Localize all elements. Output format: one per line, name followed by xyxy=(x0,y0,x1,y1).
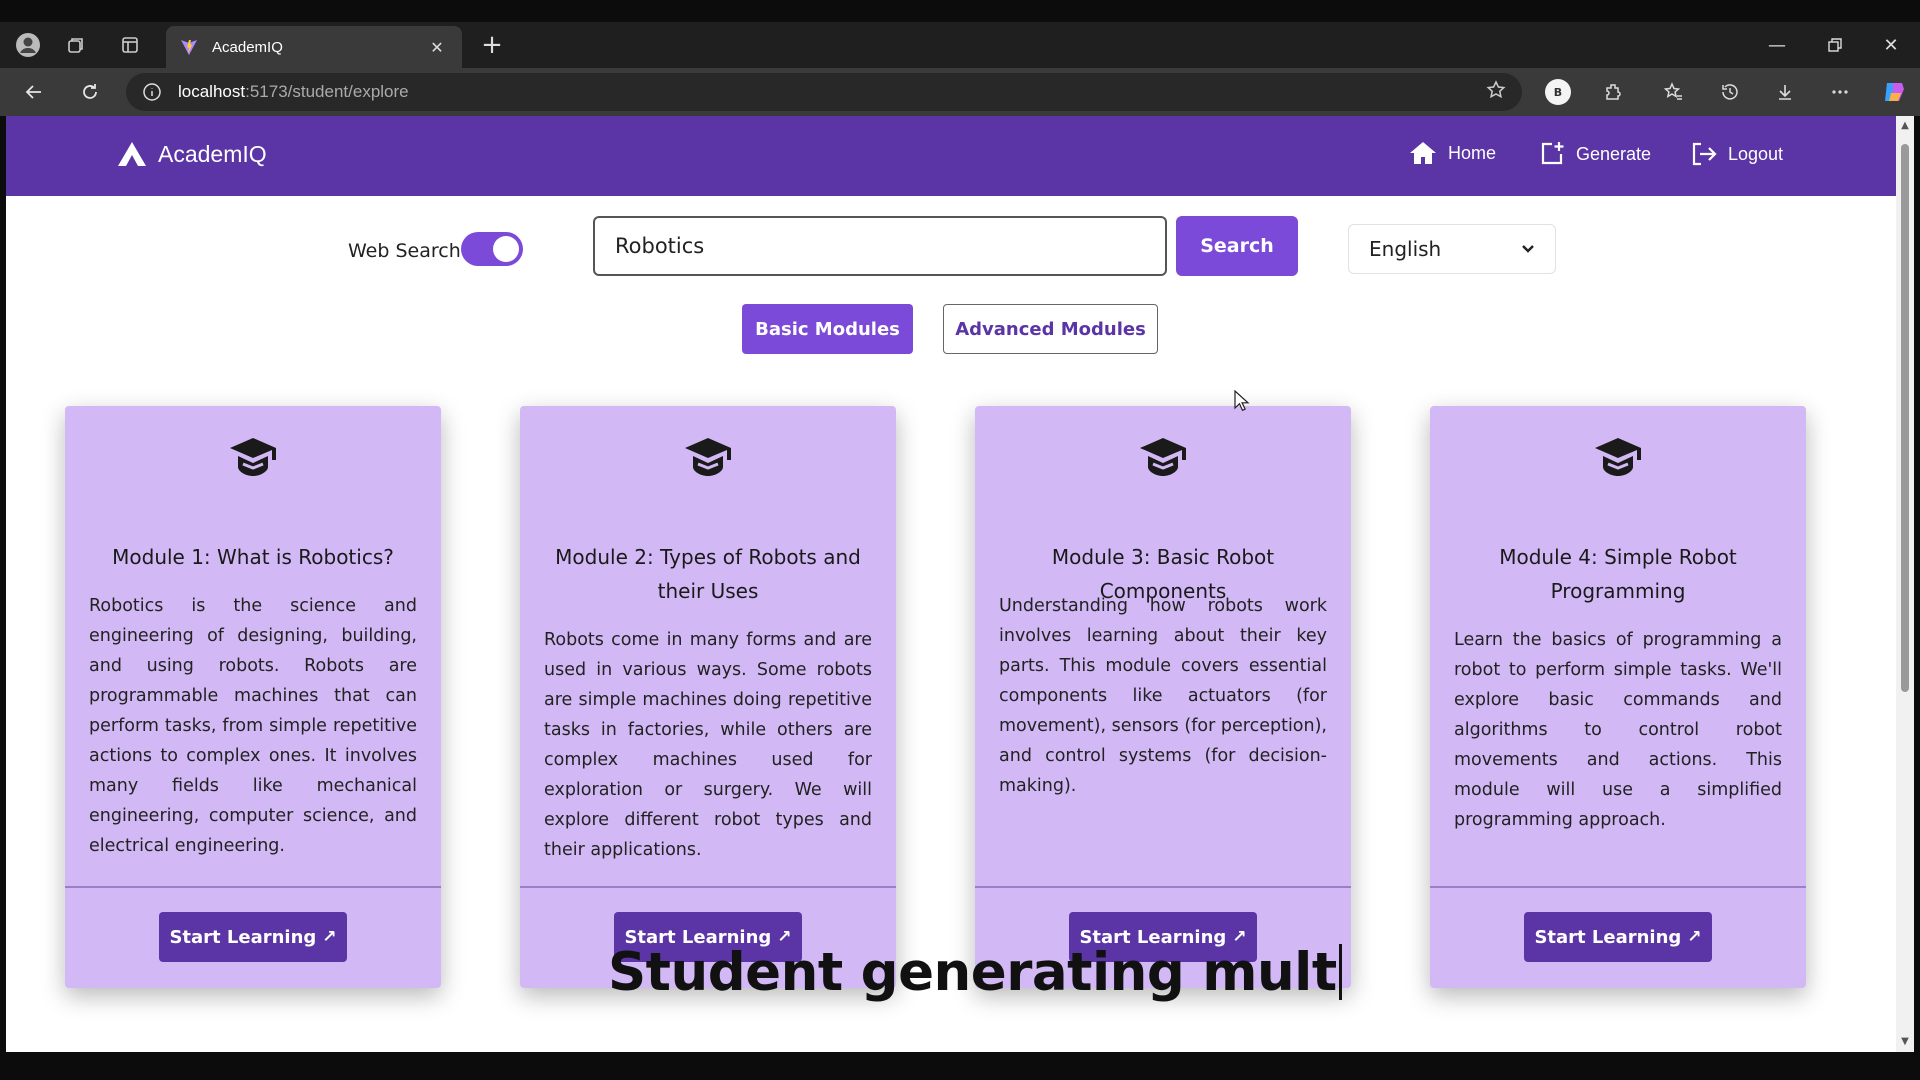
scroll-thumb[interactable] xyxy=(1901,144,1909,692)
language-selected: English xyxy=(1369,237,1442,261)
scroll-up-icon[interactable]: ▲ xyxy=(1899,120,1911,132)
academiq-logo-icon xyxy=(118,142,146,166)
address-bar[interactable]: localhost:5173/student/explore xyxy=(126,73,1522,111)
vite-favicon-icon xyxy=(181,40,197,55)
scroll-down-icon[interactable]: ▼ xyxy=(1899,1036,1911,1048)
browser-tab-bar: AcademIQ ✕ + — ✕ xyxy=(0,22,1920,68)
module-description: Understanding how robots work involves l… xyxy=(999,596,1327,796)
tab-academiq[interactable]: AcademIQ ✕ xyxy=(166,26,462,68)
restore-icon[interactable] xyxy=(1812,22,1858,68)
page-viewport: AcademIQ Home Generate Logout Web Search… xyxy=(6,116,1896,1052)
add-document-icon xyxy=(1541,142,1564,165)
more-menu-icon[interactable] xyxy=(1820,72,1860,112)
logout-icon xyxy=(1692,142,1717,166)
url-text: localhost:5173/student/explore xyxy=(178,82,409,101)
mouse-cursor-icon xyxy=(1234,390,1250,412)
workspaces-icon[interactable] xyxy=(56,22,96,68)
module-title: Module 4: Simple Robot Programming xyxy=(1499,545,1737,603)
profile-avatar[interactable]: B xyxy=(1538,72,1578,112)
nav-generate[interactable]: Generate xyxy=(1538,140,1651,168)
nav-home[interactable]: Home xyxy=(1408,140,1496,166)
module-card: Module 1: What is Robotics? Robotics is … xyxy=(65,406,441,988)
module-description: Robots come in many forms and are used i… xyxy=(544,630,872,860)
module-card: Module 2: Types of Robots and their Uses… xyxy=(520,406,896,988)
favorites-icon[interactable] xyxy=(1654,72,1694,112)
search-button[interactable]: Search xyxy=(1176,216,1298,276)
module-card: Module 4: Simple Robot Programming Learn… xyxy=(1430,406,1806,988)
extensions-icon[interactable] xyxy=(1594,72,1634,112)
home-icon xyxy=(1410,142,1436,164)
tab-close-icon[interactable]: ✕ xyxy=(426,38,448,57)
history-icon[interactable] xyxy=(1710,72,1750,112)
graduation-cap-icon xyxy=(230,438,276,476)
video-caption: Student generating mult xyxy=(608,942,1342,1003)
start-learning-button[interactable]: Start Learning ↗ xyxy=(159,912,347,962)
tab-advanced-modules[interactable]: Advanced Modules xyxy=(943,304,1158,354)
profile-icon[interactable] xyxy=(8,22,48,68)
downloads-icon[interactable] xyxy=(1765,72,1805,112)
graduation-cap-icon xyxy=(1595,438,1641,476)
page-scrollbar[interactable]: ▲ ▼ xyxy=(1896,116,1914,1052)
module-card-footer: Start Learning ↗ xyxy=(65,886,441,988)
module-description: Learn the basics of programming a robot … xyxy=(1454,630,1782,830)
back-button[interactable] xyxy=(14,72,54,112)
module-title: Module 1: What is Robotics? xyxy=(112,545,394,569)
brand-name: AcademIQ xyxy=(158,140,267,167)
chevron-down-icon xyxy=(1522,245,1534,253)
minimize-icon[interactable]: — xyxy=(1754,22,1800,68)
toggle-knob xyxy=(493,236,519,262)
search-input[interactable] xyxy=(593,216,1167,276)
tab-basic-modules[interactable]: Basic Modules xyxy=(742,304,913,354)
external-arrow-icon: ↗ xyxy=(322,927,337,947)
web-search-label: Web Search xyxy=(348,240,461,262)
close-window-icon[interactable]: ✕ xyxy=(1868,22,1914,68)
new-tab-button[interactable]: + xyxy=(476,26,508,64)
text-caret xyxy=(1338,944,1342,1000)
tab-title: AcademIQ xyxy=(212,38,283,56)
nav-home-label: Home xyxy=(1448,142,1497,163)
module-title: Module 2: Types of Robots and their Uses xyxy=(555,545,861,603)
web-search-toggle[interactable] xyxy=(461,232,523,266)
module-description: Robotics is the science and engineering … xyxy=(89,596,417,856)
screen: AcademIQ ✕ + — ✕ localhost:5173/student/… xyxy=(0,0,1920,1080)
nav-logout[interactable]: Logout xyxy=(1690,140,1783,168)
nav-generate-label: Generate xyxy=(1576,143,1652,164)
graduation-cap-icon xyxy=(685,438,731,476)
app-navbar: AcademIQ Home Generate Logout xyxy=(6,116,1896,196)
reload-button[interactable] xyxy=(70,72,110,112)
external-arrow-icon: ↗ xyxy=(1687,927,1702,947)
graduation-cap-icon xyxy=(1140,438,1186,476)
brand[interactable]: AcademIQ xyxy=(116,140,267,168)
start-learning-button[interactable]: Start Learning ↗ xyxy=(1524,912,1712,962)
copilot-icon[interactable] xyxy=(1874,72,1914,112)
site-info-icon[interactable] xyxy=(142,82,162,102)
nav-logout-label: Logout xyxy=(1728,143,1784,164)
module-card: Module 3: Basic Robot Components Underst… xyxy=(975,406,1351,988)
tab-actions-icon[interactable] xyxy=(110,22,150,68)
favorite-star-icon[interactable] xyxy=(1486,80,1506,104)
browser-toolbar: localhost:5173/student/explore B xyxy=(0,68,1920,116)
language-select[interactable]: English xyxy=(1348,224,1556,274)
module-card-footer: Start Learning ↗ xyxy=(1430,886,1806,988)
